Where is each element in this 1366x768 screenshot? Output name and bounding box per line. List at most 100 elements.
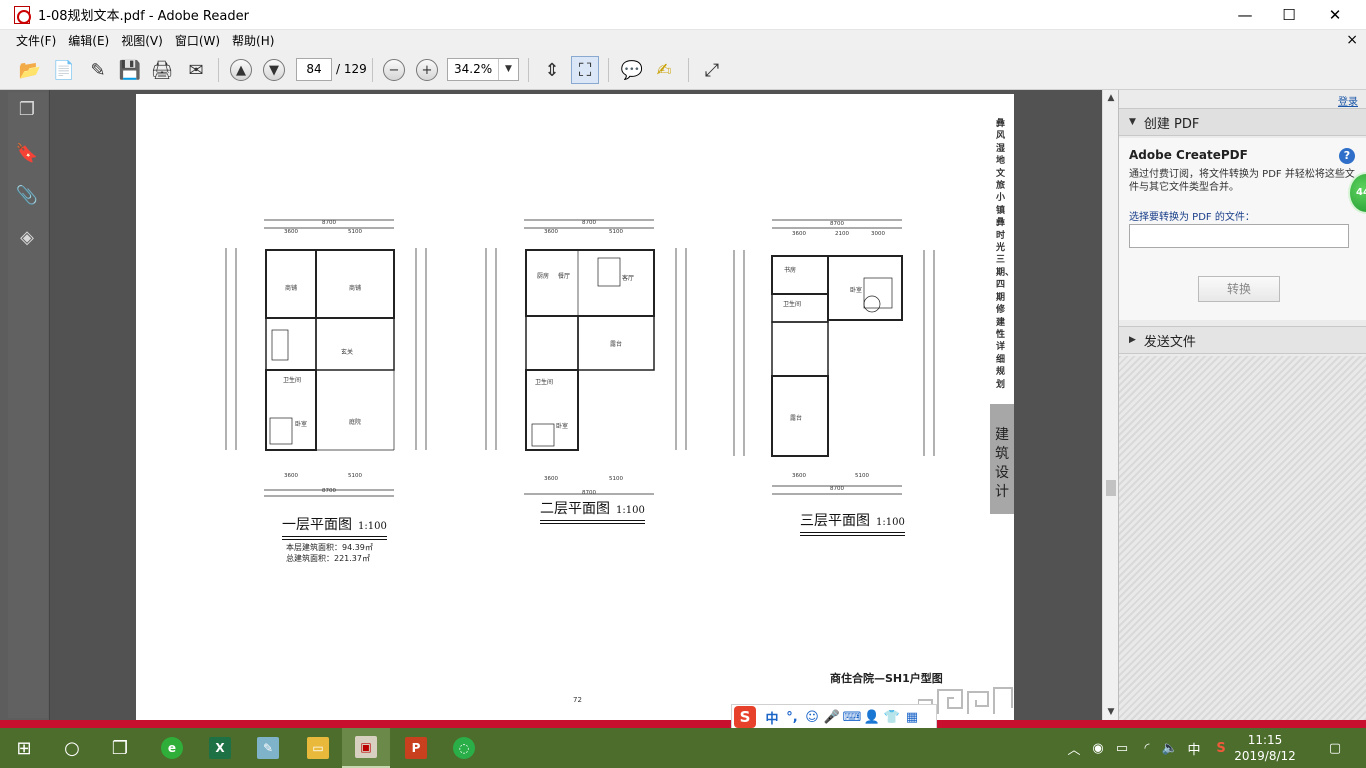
taskbar-notes[interactable]: ✎ bbox=[244, 728, 292, 768]
fullscreen-button[interactable]: ⤢ bbox=[698, 56, 726, 84]
ime-user-icon[interactable]: 👤 bbox=[862, 710, 882, 725]
create-pdf-section-header[interactable]: ▼ 创建 PDF bbox=[1119, 108, 1366, 136]
ime-emoji-icon[interactable]: ☺ bbox=[802, 710, 822, 725]
ime-punctuation-icon[interactable]: °, bbox=[782, 710, 802, 725]
tray-browser-icon[interactable]: ◉ bbox=[1088, 728, 1108, 768]
scrollbar-thumb[interactable] bbox=[1106, 480, 1116, 496]
highlight-button[interactable]: ✍ bbox=[650, 56, 678, 84]
ime-toolbox-icon[interactable]: ▦ bbox=[902, 710, 922, 725]
taskbar-wechat[interactable]: ◌ bbox=[440, 728, 488, 768]
search-button[interactable]: ○ bbox=[48, 728, 96, 768]
minus-icon: − bbox=[383, 59, 405, 81]
menu-help[interactable]: 帮助(H) bbox=[226, 32, 280, 49]
comment-button[interactable]: 💬 bbox=[618, 56, 646, 84]
taskbar-powerpoint[interactable]: P bbox=[392, 728, 440, 768]
taskbar-clock[interactable]: 11:15 2019/8/12 bbox=[1232, 732, 1298, 764]
service-description: 通过付费订阅，将文件转换为 PDF 并轻松将这些文件与其它文件类型合并。 bbox=[1129, 169, 1355, 193]
room-label: 卧室 bbox=[850, 286, 862, 294]
previous-page-button[interactable]: ▲ bbox=[227, 56, 255, 84]
send-files-section-header[interactable]: ▶ 发送文件 bbox=[1119, 326, 1366, 354]
room-label: 商铺 bbox=[285, 284, 297, 292]
close-document-icon[interactable]: × bbox=[1346, 32, 1358, 48]
floor-plan-3 bbox=[733, 219, 935, 495]
menu-file[interactable]: 文件(F) bbox=[10, 32, 62, 49]
close-button[interactable]: ✕ bbox=[1312, 0, 1358, 30]
tray-network-icon[interactable]: ◜ bbox=[1136, 728, 1158, 768]
notification-center-icon[interactable]: ▢ bbox=[1320, 728, 1350, 768]
room-label: 厨房 bbox=[537, 272, 549, 280]
search-circle-icon: ○ bbox=[64, 737, 80, 759]
taskbar-browser[interactable]: e bbox=[148, 728, 196, 768]
print-button[interactable]: 🖨 bbox=[148, 56, 176, 84]
scroll-down-icon[interactable]: ▼ bbox=[1103, 704, 1119, 720]
document-viewport[interactable]: 彝风湿地文旅小镇彝时光 三期、四期修建性详细规划 建筑设计 8700 3600 … bbox=[50, 90, 1102, 720]
ime-voice-icon[interactable]: 🎤 bbox=[822, 710, 842, 725]
edit-button[interactable]: ✎ bbox=[84, 56, 112, 84]
minimize-button[interactable]: — bbox=[1222, 0, 1268, 30]
bookmarks-icon[interactable]: 🔖 bbox=[16, 142, 38, 164]
zoom-value: 34.2% bbox=[454, 62, 493, 76]
convert-button[interactable]: 转换 bbox=[1198, 276, 1280, 302]
dimension-label: 3600 bbox=[284, 229, 298, 235]
open-file-button[interactable]: 📂 bbox=[16, 56, 44, 84]
taskbar-excel[interactable]: X bbox=[196, 728, 244, 768]
panel-empty-area bbox=[1119, 356, 1366, 720]
zoom-select[interactable]: 34.2% ▼ bbox=[447, 58, 519, 81]
page-number-input[interactable]: 84 bbox=[296, 58, 332, 81]
menu-edit[interactable]: 编辑(E) bbox=[62, 32, 115, 49]
scroll-mode-icon: ⇕ bbox=[544, 59, 560, 81]
floor-plans-drawing: 8700 3600 5100 3600 5100 8700 8700 3600 … bbox=[225, 219, 935, 497]
taskbar-file-explorer[interactable]: ▭ bbox=[294, 728, 342, 768]
fit-page-button[interactable]: ⛶ bbox=[571, 56, 599, 84]
powerpoint-icon: P bbox=[405, 737, 427, 759]
ime-keyboard-icon[interactable]: ⌨ bbox=[842, 710, 862, 725]
tray-expand-icon[interactable]: ︿ bbox=[1064, 728, 1084, 768]
help-icon[interactable]: ? bbox=[1339, 148, 1355, 164]
zoom-out-button[interactable]: − bbox=[380, 56, 408, 84]
tray-battery-icon[interactable]: ▭ bbox=[1112, 728, 1132, 768]
plan-title: 一层平面图 bbox=[282, 517, 352, 533]
page-thumbnails-icon[interactable]: ❐ bbox=[16, 98, 38, 120]
menu-window[interactable]: 窗口(W) bbox=[169, 32, 226, 49]
folder-icon: ▭ bbox=[307, 737, 329, 759]
start-button[interactable]: ⊞ bbox=[0, 728, 48, 768]
page-total: / 129 bbox=[336, 62, 367, 76]
window-title: 1-08规划文本.pdf - Adobe Reader bbox=[38, 9, 249, 24]
windows-icon: ⊞ bbox=[16, 737, 32, 759]
document-scrollbar[interactable]: ▲ ▼ bbox=[1102, 90, 1118, 720]
tray-volume-icon[interactable]: 🔈 bbox=[1160, 728, 1180, 768]
fit-page-icon: ⛶ bbox=[578, 59, 592, 81]
next-page-button[interactable]: ▼ bbox=[260, 56, 288, 84]
maximize-button[interactable]: ☐ bbox=[1266, 0, 1312, 30]
dimension-label: 5100 bbox=[609, 476, 623, 482]
excel-icon: X bbox=[209, 737, 231, 759]
save-button[interactable]: 💾 bbox=[116, 56, 144, 84]
tray-sogou-icon[interactable]: S bbox=[1210, 728, 1232, 768]
taskbar-adobe-reader[interactable]: ▣ bbox=[342, 728, 390, 768]
login-link[interactable]: 登录 bbox=[1338, 93, 1358, 108]
chevron-down-icon[interactable]: ▼ bbox=[498, 59, 518, 80]
plan-title: 三层平面图 bbox=[800, 513, 870, 529]
room-label: 卧室 bbox=[295, 420, 307, 428]
sogou-logo-icon[interactable]: S bbox=[734, 706, 756, 728]
attachments-icon[interactable]: 📎 bbox=[16, 184, 38, 206]
scroll-up-icon[interactable]: ▲ bbox=[1103, 90, 1119, 106]
menu-bar: 文件(F) 编辑(E) 视图(V) 窗口(W) 帮助(H) × bbox=[0, 30, 1366, 50]
dimension-label: 5100 bbox=[855, 473, 869, 479]
ime-skin-icon[interactable]: 👕 bbox=[882, 710, 902, 725]
create-pdf-button[interactable]: 📄 bbox=[50, 56, 78, 84]
zoom-in-button[interactable]: + bbox=[413, 56, 441, 84]
dimension-label: 8700 bbox=[830, 486, 844, 492]
browser-icon: e bbox=[161, 737, 183, 759]
layers-icon[interactable]: ◈ bbox=[16, 226, 38, 248]
scroll-mode-button[interactable]: ⇕ bbox=[538, 56, 566, 84]
file-select-field[interactable] bbox=[1129, 224, 1349, 248]
dimension-label: 3000 bbox=[871, 231, 885, 237]
choose-file-label: 选择要转换为 PDF 的文件： bbox=[1129, 212, 1255, 223]
task-view-button[interactable]: ❐ bbox=[96, 728, 144, 768]
ime-chinese-mode[interactable]: 中 bbox=[762, 708, 782, 727]
plan-title: 二层平面图 bbox=[540, 501, 610, 517]
menu-view[interactable]: 视图(V) bbox=[115, 32, 169, 49]
email-button[interactable]: ✉ bbox=[182, 56, 210, 84]
tray-language-indicator[interactable]: 中 bbox=[1184, 728, 1204, 768]
